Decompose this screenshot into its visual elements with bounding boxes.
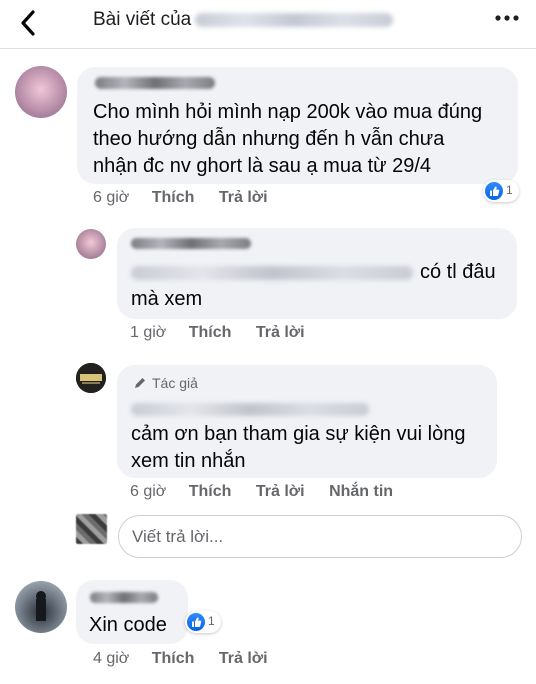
reaction-count: 1 — [506, 183, 513, 197]
comment-actions: 6 giờ Thích Trả lời — [93, 189, 268, 207]
page-title: Bài viết của — [93, 9, 394, 31]
reply-input-placeholder: Viết trả lời... — [132, 527, 224, 546]
back-chevron-icon[interactable] — [14, 8, 44, 38]
page-avatar[interactable] — [76, 363, 106, 393]
current-user-avatar — [76, 514, 107, 544]
like-thumb-icon — [187, 613, 205, 631]
blurred-mention[interactable] — [131, 266, 413, 280]
comment-time: 6 giờ — [93, 189, 130, 206]
comment-text-line: Cho mình hỏi mình nạp 200k vào mua đúng — [93, 101, 483, 123]
comment-time: 6 giờ — [130, 483, 167, 500]
commenter-avatar[interactable] — [15, 581, 67, 633]
reply-actions: 6 giờ Thích Trả lời Nhắn tin — [130, 483, 393, 501]
reply-action[interactable]: Trả lời — [256, 483, 305, 500]
reply-text-end: có tl đâu — [420, 261, 496, 283]
blurred-commenter-name[interactable] — [90, 592, 158, 603]
blurred-commenter-name[interactable] — [131, 238, 251, 249]
comment-text-line: theo hướng dẫn nhưng đến h vẫn chưa — [93, 128, 445, 150]
like-action[interactable]: Thích — [152, 650, 195, 667]
reaction-badge[interactable]: 1 — [483, 180, 519, 202]
reply-input[interactable]: Viết trả lời... — [118, 515, 522, 558]
comment-time: 4 giờ — [93, 650, 130, 667]
comment-actions: 4 giờ Thích Trả lời — [93, 650, 268, 668]
reply-action[interactable]: Trả lời — [219, 650, 268, 667]
blurred-page-name[interactable] — [131, 403, 369, 416]
reaction-badge[interactable]: 1 — [185, 611, 221, 633]
reply-text: cảm ơn bạn tham gia sự kiện vui lòng xem… — [131, 421, 465, 475]
comment-time: 1 giờ — [130, 324, 167, 341]
reply-actions: 1 giờ Thích Trả lời — [130, 324, 305, 342]
comment-text: Xin code — [89, 614, 167, 636]
pencil-icon — [135, 378, 145, 388]
like-thumb-icon — [485, 182, 503, 200]
more-dots-icon[interactable] — [494, 13, 520, 23]
commenter-avatar[interactable] — [15, 66, 67, 118]
author-label: Tác giả — [152, 375, 198, 391]
commenter-avatar[interactable] — [76, 229, 106, 259]
blurred-page-name — [195, 12, 394, 27]
reaction-count: 1 — [208, 614, 215, 628]
comment-bubble: Cho mình hỏi mình nạp 200k vào mua đúng … — [77, 67, 518, 184]
blurred-commenter-name[interactable] — [95, 77, 215, 89]
reply-bubble: có tl đâu mà xem — [117, 228, 517, 319]
author-reply-bubble: Tác giả cảm ơn bạn tham gia sự kiện vui … — [117, 365, 497, 478]
like-action[interactable]: Thích — [152, 189, 195, 206]
comment-text: Cho mình hỏi mình nạp 200k vào mua đúng … — [93, 99, 482, 180]
reply-text-line: xem tin nhắn — [131, 450, 246, 472]
message-action[interactable]: Nhắn tin — [329, 483, 393, 500]
reply-text-line: cảm ơn bạn tham gia sự kiện vui lòng — [131, 423, 466, 445]
like-action[interactable]: Thích — [189, 324, 232, 341]
reply-action[interactable]: Trả lời — [219, 189, 268, 206]
comment-text-line: nhận đc nv ghort là sau ạ mua từ 29/4 — [93, 155, 432, 177]
reply-action[interactable]: Trả lời — [256, 324, 305, 341]
page-title-text: Bài viết của — [93, 9, 192, 30]
comment-bubble: Xin code — [76, 580, 188, 644]
reply-text-line: mà xem — [131, 288, 203, 310]
like-action[interactable]: Thích — [189, 483, 232, 500]
